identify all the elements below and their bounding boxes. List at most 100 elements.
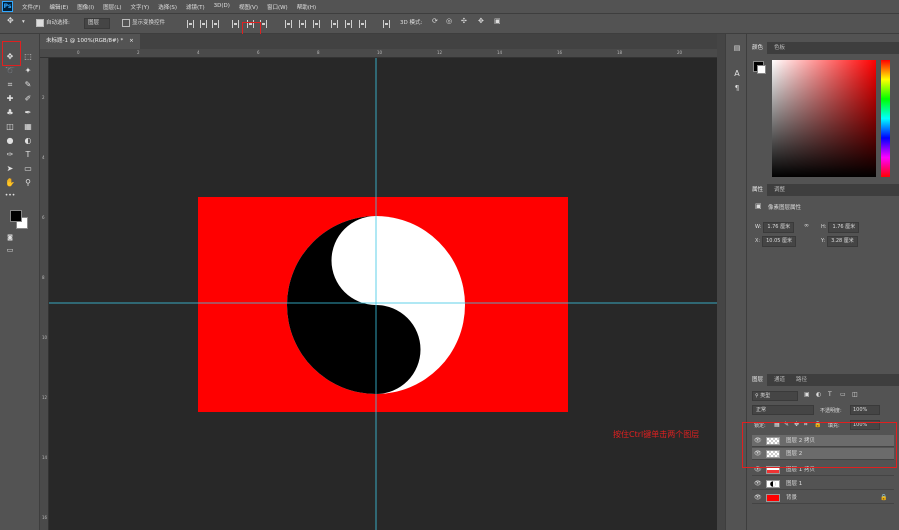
- pen-tool-icon[interactable]: ✑: [3, 149, 17, 161]
- marquee-tool-icon[interactable]: ⬚: [21, 51, 35, 63]
- opacity-label: 不透明度:: [820, 408, 842, 414]
- align-bottom-icon[interactable]: [212, 20, 219, 28]
- document-canvas[interactable]: [49, 58, 717, 530]
- eraser-icon[interactable]: ◫: [3, 121, 17, 133]
- color-picker-field[interactable]: [772, 60, 876, 177]
- vertical-ruler[interactable]: 2 4 6 8 10 12 14 16: [40, 58, 49, 530]
- horizontal-ruler[interactable]: 0 2 4 6 8 10 12 14 16 18 20: [40, 49, 717, 58]
- distribute-vcenter-icon[interactable]: [299, 20, 306, 28]
- opacity-input[interactable]: 100%: [850, 405, 880, 415]
- eye-icon[interactable]: 👁: [754, 492, 762, 504]
- document-tab[interactable]: 未标题-1 @ 100%(RGB/8#) * ×: [40, 34, 140, 49]
- auto-select-dropdown[interactable]: 图层: [84, 18, 111, 29]
- healing-brush-icon[interactable]: ✚: [3, 93, 17, 105]
- paragraph-panel-icon[interactable]: ¶: [730, 82, 744, 94]
- properties-panel-header: 属性 调整: [748, 184, 899, 196]
- lock-icon: 🔒: [880, 494, 888, 501]
- chevron-down-icon[interactable]: ▾: [22, 19, 25, 25]
- tab-properties[interactable]: 属性: [748, 184, 768, 196]
- show-transform-checkbox[interactable]: 显示变换控件: [122, 18, 165, 27]
- path-select-icon[interactable]: ➤: [3, 163, 17, 175]
- brush-tool-icon[interactable]: ✐: [21, 93, 35, 105]
- menu-file[interactable]: 文件(F): [22, 3, 40, 11]
- x-field[interactable]: X: 10.05 厘米: [755, 236, 797, 247]
- filter-shape-icon[interactable]: ▭: [840, 391, 846, 398]
- move-tool-highlight: [2, 41, 21, 66]
- filter-pixel-icon[interactable]: ▣: [804, 391, 810, 398]
- eye-icon[interactable]: 👁: [754, 478, 762, 490]
- zoom-tool-icon[interactable]: ⚲: [21, 177, 35, 189]
- menu-3d[interactable]: 3D(D): [214, 3, 230, 11]
- menu-select[interactable]: 选择(S): [158, 3, 177, 11]
- 3d-scale-icon[interactable]: ▣: [494, 17, 501, 25]
- foreground-color-swatch[interactable]: [10, 210, 22, 222]
- history-brush-icon[interactable]: ✒: [21, 107, 35, 119]
- quick-mask-icon[interactable]: ◙: [3, 232, 17, 244]
- move-tool-icon[interactable]: ✥: [7, 16, 14, 25]
- more-tools-icon[interactable]: •••: [3, 190, 17, 202]
- y-field[interactable]: Y: 3.28 厘米: [821, 236, 858, 247]
- distribute-left-icon[interactable]: [331, 20, 338, 28]
- close-icon[interactable]: ×: [129, 38, 134, 44]
- tab-channels[interactable]: 通道: [770, 374, 789, 386]
- 3d-rotate-icon[interactable]: ⟳: [432, 17, 438, 25]
- filter-type-icon[interactable]: T: [828, 391, 832, 398]
- menu-layer[interactable]: 图层(L): [103, 3, 121, 11]
- align-vcenter-icon[interactable]: [200, 20, 207, 28]
- distribute-right-icon[interactable]: [359, 20, 366, 28]
- distribute-top-icon[interactable]: [285, 20, 292, 28]
- blend-mode-dropdown[interactable]: 正常: [752, 405, 814, 415]
- menu-filter[interactable]: 滤镜(T): [186, 3, 205, 11]
- background-color-swatch[interactable]: [757, 65, 766, 74]
- 3d-roll-icon[interactable]: ◎: [446, 17, 452, 25]
- clone-stamp-icon[interactable]: ♣: [3, 107, 17, 119]
- checkbox-checked-icon: [36, 18, 44, 27]
- document-tab-bar: 未标题-1 @ 100%(RGB/8#) * ×: [40, 34, 717, 49]
- dodge-tool-icon[interactable]: ◐: [21, 135, 35, 147]
- tab-color[interactable]: 颜色: [748, 42, 768, 54]
- distribute-bottom-icon[interactable]: [313, 20, 320, 28]
- crop-tool-icon[interactable]: ⌗: [3, 79, 17, 91]
- tab-paths[interactable]: 路径: [792, 374, 811, 386]
- tab-layers[interactable]: 图层: [748, 374, 768, 386]
- align-left-icon[interactable]: [232, 20, 239, 28]
- distribute-hcenter-icon[interactable]: [345, 20, 352, 28]
- link-icon[interactable]: ∞: [804, 222, 809, 229]
- layer-filter-dropdown[interactable]: ⚲ 类型: [752, 391, 798, 401]
- magic-wand-icon[interactable]: ✦: [21, 65, 35, 77]
- filter-adjustment-icon[interactable]: ◐: [816, 391, 821, 398]
- canvas-area[interactable]: [49, 58, 717, 530]
- tab-adjustments[interactable]: 调整: [770, 184, 789, 196]
- type-tool-icon[interactable]: T: [21, 149, 35, 161]
- canvas-scrollbar[interactable]: [717, 34, 725, 530]
- properties-title: 像素图层属性: [768, 205, 802, 211]
- lasso-tool-icon[interactable]: ➰: [3, 65, 17, 77]
- menu-edit[interactable]: 编辑(E): [49, 3, 68, 11]
- menu-help[interactable]: 帮助(H): [297, 3, 316, 11]
- height-field[interactable]: H: 1.76 厘米: [821, 222, 860, 233]
- align-top-icon[interactable]: [187, 20, 194, 28]
- eyedropper-icon[interactable]: ✎: [21, 79, 35, 91]
- filter-smart-icon[interactable]: ◫: [852, 391, 858, 398]
- layer-row[interactable]: 👁 图层 1: [752, 478, 894, 490]
- menu-image[interactable]: 图像(I): [77, 3, 94, 11]
- screen-mode-icon[interactable]: ▭: [3, 244, 17, 256]
- blur-tool-icon[interactable]: ●: [3, 135, 17, 147]
- 3d-pan-icon[interactable]: ✣: [461, 17, 467, 25]
- shape-tool-icon[interactable]: ▭: [21, 163, 35, 175]
- hand-tool-icon[interactable]: ✋: [3, 177, 17, 189]
- auto-align-icon[interactable]: [383, 20, 390, 28]
- align-right-icon[interactable]: [260, 20, 267, 28]
- width-field[interactable]: W: 1.76 厘米: [755, 222, 795, 233]
- 3d-slide-icon[interactable]: ✥: [478, 17, 484, 25]
- tab-swatches[interactable]: 色板: [770, 42, 789, 54]
- history-panel-icon[interactable]: ▤: [730, 42, 744, 54]
- layer-row[interactable]: 👁 背景 🔒: [752, 492, 894, 504]
- hue-slider[interactable]: [881, 60, 890, 177]
- menu-view[interactable]: 视图(V): [239, 3, 258, 11]
- character-panel-icon[interactable]: A: [730, 68, 744, 80]
- auto-select-checkbox[interactable]: 自动选择:: [36, 18, 70, 27]
- menu-type[interactable]: 文字(Y): [131, 3, 150, 11]
- menu-window[interactable]: 窗口(W): [267, 3, 288, 11]
- gradient-tool-icon[interactable]: ▦: [21, 121, 35, 133]
